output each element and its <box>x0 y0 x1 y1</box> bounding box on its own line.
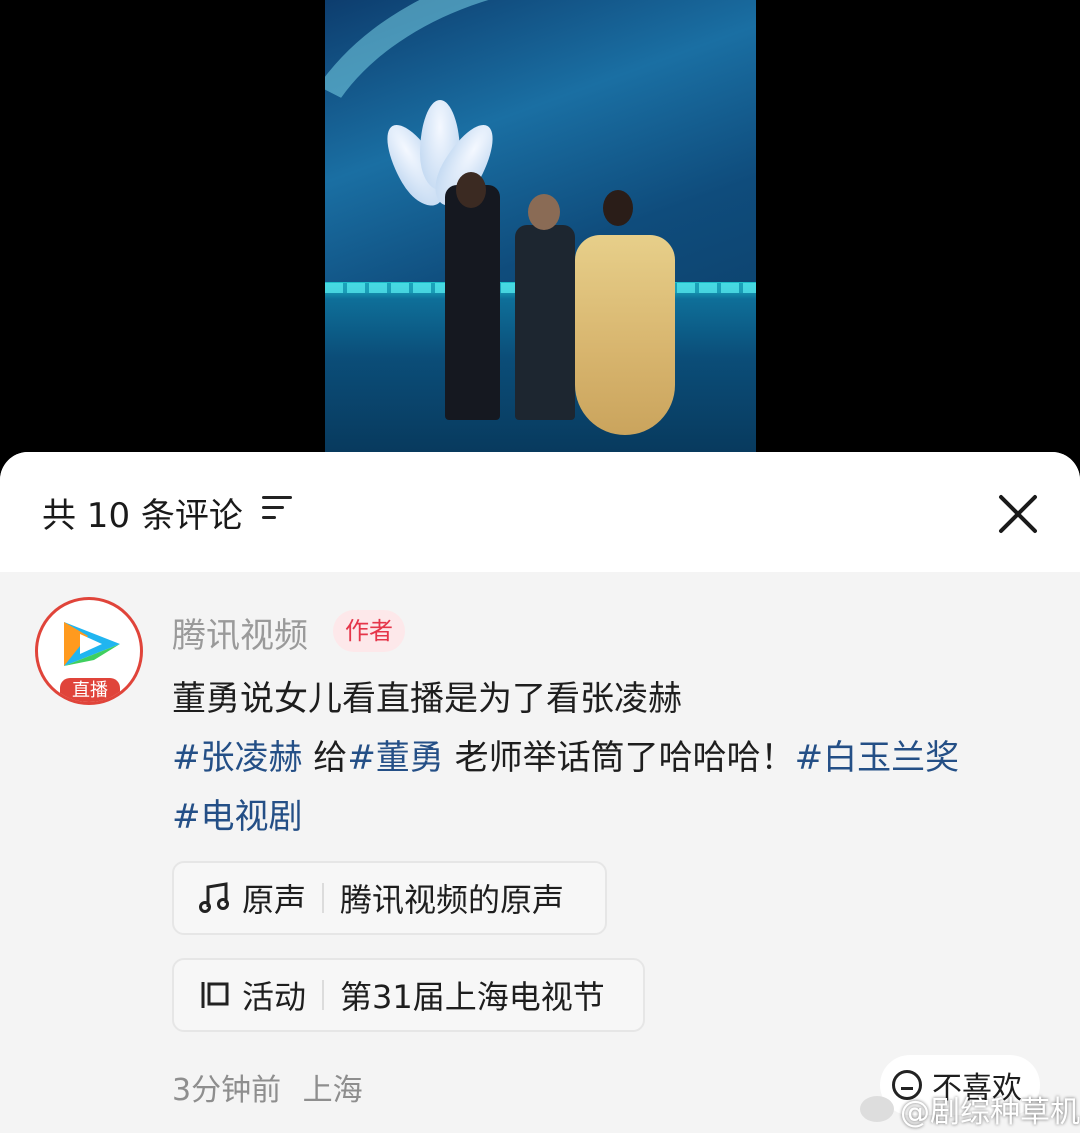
comment-fragment: 给 <box>302 738 348 778</box>
audio-chip[interactable]: 原声 腾讯视频的原声 <box>172 861 607 935</box>
comment-text: 董勇说女儿看直播是为了看张凌赫 #张凌赫 给#董勇 老师举话筒了哈哈哈！#白玉兰… <box>172 670 1042 847</box>
hashtag-link[interactable]: #白玉兰奖 <box>795 738 960 778</box>
comment-line: #张凌赫 给#董勇 老师举话筒了哈哈哈！#白玉兰奖 <box>172 729 1042 788</box>
event-chip[interactable]: 活动 第31届上海电视节 <box>172 958 645 1032</box>
person-right-head <box>603 190 633 226</box>
comment-line: 董勇说女儿看直播是为了看张凌赫 <box>172 679 682 719</box>
person-left-head <box>456 172 486 208</box>
video-area[interactable] <box>0 0 1080 470</box>
comment-sheet: 共 10 条评论 直播 腾讯视频 作者 董勇说女儿看直播是为了看张凌赫 #张凌赫… <box>0 452 1080 1133</box>
sheet-header: 共 10 条评论 <box>0 452 1080 572</box>
divider <box>322 883 325 913</box>
audio-label: 原声 <box>242 881 307 919</box>
audio-value: 腾讯视频的原声 <box>340 881 565 919</box>
author-name[interactable]: 腾讯视频 <box>172 608 308 657</box>
person-right-gown <box>575 235 675 435</box>
watermark-text: @剧综种草机 <box>900 1095 1080 1130</box>
comment-fragment: 老师举话筒了哈哈哈！ <box>443 738 795 778</box>
person-center <box>515 225 575 420</box>
flag-icon <box>201 982 229 1008</box>
video-frame[interactable] <box>325 0 756 452</box>
live-badge: 直播 <box>60 678 120 702</box>
close-icon[interactable] <box>996 492 1040 536</box>
avatar[interactable]: 直播 <box>35 597 143 705</box>
comment-location: 上海 <box>302 1073 363 1108</box>
person-left <box>445 185 500 420</box>
hashtag-link[interactable]: #董勇 <box>347 738 444 778</box>
divider <box>322 980 325 1010</box>
comment-line: #电视剧 <box>172 788 1042 847</box>
person-center-head <box>528 194 560 230</box>
comment-count: 共 10 条评论 <box>42 496 243 536</box>
comment-meta: 3分钟前 上海 <box>172 1065 363 1109</box>
music-note-icon <box>199 882 229 913</box>
weibo-icon <box>860 1096 894 1122</box>
hashtag-link[interactable]: #张凌赫 <box>172 738 303 778</box>
comment-time: 3分钟前 <box>172 1073 282 1108</box>
event-value: 第31届上海电视节 <box>340 978 605 1016</box>
event-label: 活动 <box>242 978 307 1016</box>
tencent-video-logo-icon <box>64 622 120 666</box>
author-tag: 作者 <box>333 610 405 652</box>
sort-icon[interactable] <box>262 496 292 522</box>
hashtag-link[interactable]: #电视剧 <box>172 797 303 837</box>
watermark: @剧综种草机 <box>860 1087 1080 1131</box>
